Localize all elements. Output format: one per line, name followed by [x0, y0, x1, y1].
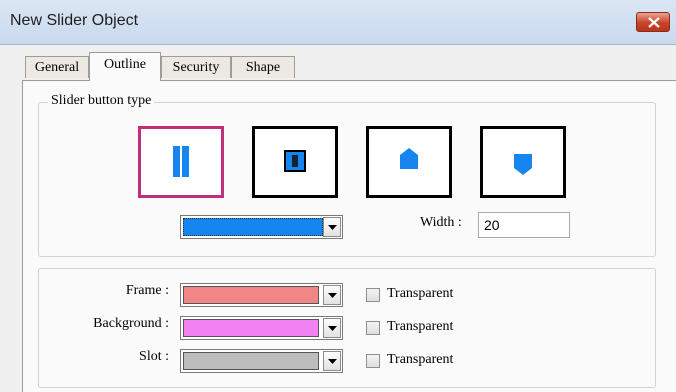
chevron-down-icon [328, 326, 337, 331]
width-input[interactable] [478, 212, 570, 238]
frame-transparent-label: Transparent [387, 286, 454, 301]
slot-transparent-checkbox[interactable] [366, 354, 380, 368]
tab-shape[interactable]: Shape [231, 56, 295, 78]
background-color-select[interactable] [180, 316, 343, 340]
tab-general[interactable]: General [25, 56, 89, 78]
slider-color-select[interactable] [180, 215, 343, 239]
slot-color-swatch [183, 352, 319, 370]
chevron-down-icon [328, 225, 337, 230]
title-bar: New Slider Object [0, 0, 676, 45]
frame-transparent-checkbox[interactable] [366, 288, 380, 302]
close-icon [648, 17, 660, 28]
arrow-down-pentagon-icon [514, 154, 532, 175]
background-transparent-label: Transparent [387, 319, 454, 334]
slot-color-select[interactable] [180, 349, 343, 373]
frame-color-dropdown-button[interactable] [323, 285, 341, 305]
chevron-down-icon [328, 293, 337, 298]
background-label: Background : [93, 316, 169, 331]
double-bar-icon [173, 146, 189, 177]
chevron-down-icon [328, 359, 337, 364]
slot-transparent-label: Transparent [387, 352, 454, 367]
tab-security[interactable]: Security [161, 56, 231, 78]
slider-color-dropdown-button[interactable] [323, 217, 341, 237]
background-color-dropdown-button[interactable] [323, 318, 341, 338]
window-title: New Slider Object [10, 12, 139, 29]
background-transparent-checkbox[interactable] [366, 321, 380, 335]
frame-color-select[interactable] [180, 283, 343, 307]
slider-button-type-label: Slider button type [48, 93, 155, 109]
shape-option-double-bar[interactable] [138, 126, 224, 198]
tab-strip: General Outline Security Shape [0, 44, 676, 81]
width-label: Width : [420, 215, 462, 230]
slider-color-swatch [183, 218, 323, 236]
frame-color-swatch [183, 286, 319, 304]
slot-label: Slot : [139, 349, 169, 364]
slot-color-dropdown-button[interactable] [323, 351, 341, 371]
close-button[interactable] [636, 12, 670, 32]
framed-bar-icon [284, 150, 306, 172]
shape-option-pentagon-up[interactable] [366, 126, 452, 198]
background-color-swatch [183, 319, 319, 337]
shape-option-framed-bar[interactable] [252, 126, 338, 198]
tab-outline[interactable]: Outline [89, 52, 161, 81]
arrow-up-pentagon-icon [400, 148, 418, 169]
frame-label: Frame : [125, 283, 169, 298]
shape-option-pentagon-down[interactable] [480, 126, 566, 198]
